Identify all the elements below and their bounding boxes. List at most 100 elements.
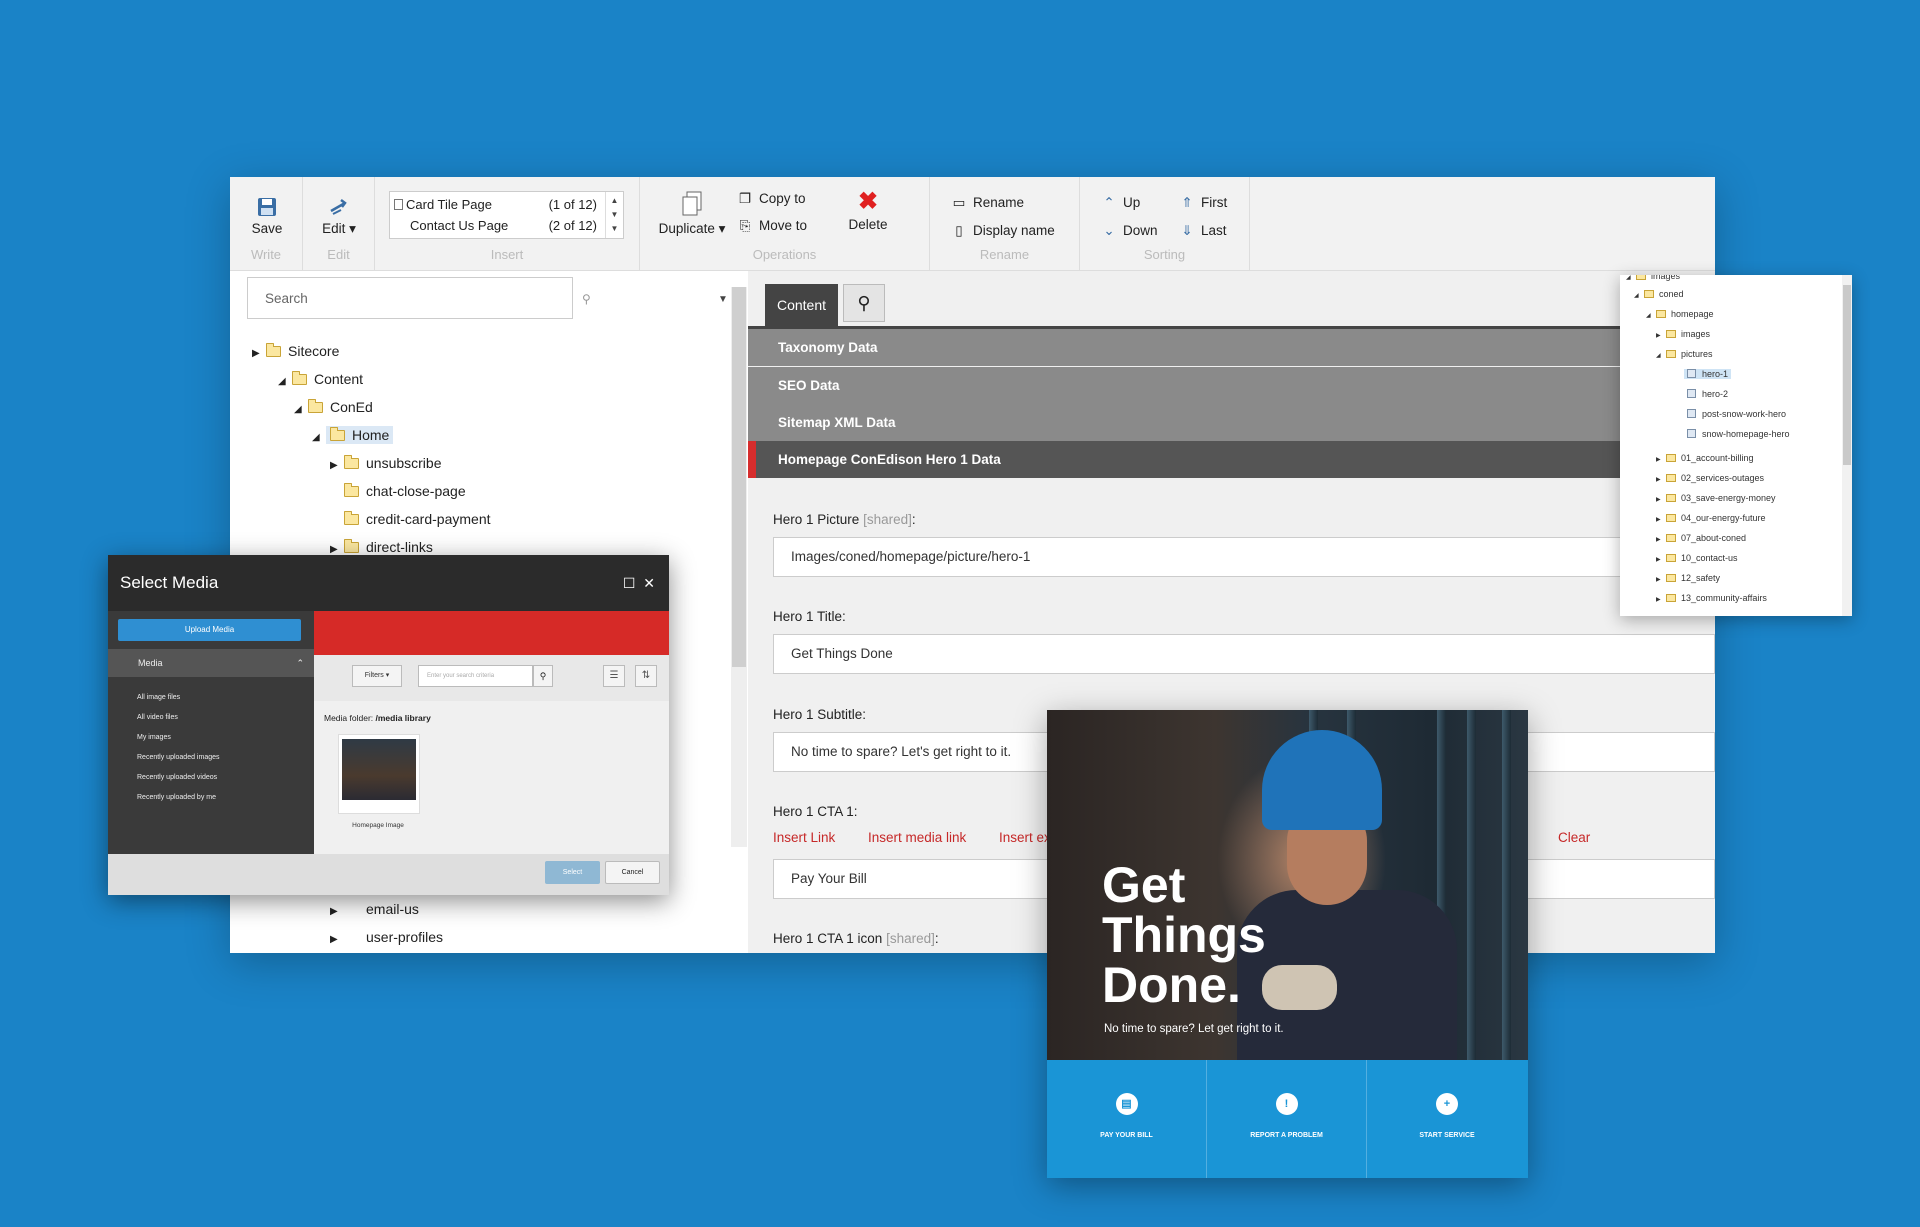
tab-search[interactable]: ⚲	[843, 284, 885, 322]
collapse-icon[interactable]: ◢	[312, 432, 326, 443]
expand-icon[interactable]: ▶	[330, 544, 344, 555]
link-recent-images[interactable]: Recently uploaded images	[137, 754, 220, 761]
sort-view-button[interactable]: ⇅	[635, 665, 657, 687]
section-hero-1-data[interactable]: Homepage ConEdison Hero 1 Data	[748, 441, 1715, 478]
search-icon[interactable]: ⚲	[582, 292, 591, 306]
move-to-label: Move to	[759, 218, 808, 233]
media-folder-10[interactable]: ▶ 10_contact-us	[1656, 553, 1738, 563]
media-node-label: 01_account-billing	[1681, 453, 1754, 463]
media-folder-12[interactable]: ▶ 12_safety	[1656, 573, 1720, 583]
link-all-image-files[interactable]: All image files	[137, 694, 180, 701]
media-node-homepage[interactable]: ◢ homepage	[1646, 309, 1714, 319]
media-folder-07[interactable]: ▶ 07_about-coned	[1656, 533, 1746, 543]
tree-node-credit-card-payment[interactable]: credit-card-payment	[330, 511, 491, 527]
media-search-input[interactable]: Enter your search criteria	[418, 665, 533, 687]
media-search-button[interactable]: ⚲	[533, 665, 553, 687]
up-button[interactable]: ⌃ Up	[1100, 195, 1140, 211]
duplicate-button[interactable]: Duplicate ▾	[652, 191, 732, 237]
plus-icon: +	[1436, 1093, 1458, 1115]
media-node-coned[interactable]: ◢ coned	[1634, 289, 1684, 299]
insert-media-link[interactable]: Insert media link	[868, 830, 966, 845]
media-thumbnail-image[interactable]	[342, 739, 416, 800]
tree-scrollbar-thumb[interactable]	[732, 287, 746, 667]
section-sitemap-xml-data[interactable]: Sitemap XML Data	[748, 404, 1715, 441]
tree-node-home[interactable]: ◢ Home	[312, 426, 394, 444]
media-node-pictures[interactable]: ◢ pictures	[1656, 349, 1713, 359]
media-item-post-snow[interactable]: post-snow-work-hero	[1687, 409, 1786, 419]
media-tree-scrollbar-thumb[interactable]	[1843, 285, 1851, 465]
insert-external-link[interactable]: Insert ex	[999, 830, 1051, 845]
collapse-icon[interactable]: ◢	[294, 404, 308, 415]
media-sidebar	[108, 611, 314, 854]
insert-item-contact-us[interactable]: Contact Us Page (2 of 12)	[394, 216, 597, 236]
section-seo-data[interactable]: SEO Data	[748, 367, 1715, 404]
tree-node-sitecore[interactable]: ▶ Sitecore	[252, 343, 339, 359]
close-icon[interactable]: ✕	[643, 575, 655, 591]
collapse-icon[interactable]: ◢	[278, 376, 292, 387]
tree-node-label: email-us	[366, 901, 419, 917]
down-button[interactable]: ⌄ Down	[1100, 223, 1157, 239]
expand-icon[interactable]: ▶	[252, 348, 266, 359]
tree-node-coned[interactable]: ◢ ConEd	[294, 399, 373, 415]
media-node-label: 03_save-energy-money	[1681, 493, 1776, 503]
insert-options-list[interactable]: Card Tile Page (1 of 12) Contact Us Page (…	[389, 191, 624, 239]
tree-node-chat-close-page[interactable]: chat-close-page	[330, 483, 466, 499]
pay-your-bill-button[interactable]: ▤ PAY YOUR BILL	[1047, 1060, 1207, 1178]
hero-preview-card: Get Things Done. No time to spare? Let g…	[1047, 710, 1528, 1178]
hero1-picture-field[interactable]: Images/coned/homepage/picture/hero-1	[773, 537, 1715, 577]
tree-node-user-profiles[interactable]: ▶ user-profiles	[330, 929, 443, 945]
upload-media-button[interactable]: Upload Media	[118, 619, 301, 641]
media-item-hero-1[interactable]: hero-1	[1684, 369, 1732, 379]
folder-icon	[307, 399, 323, 413]
move-to-button[interactable]: ⎘ Move to	[736, 218, 807, 234]
link-recent-videos[interactable]: Recently uploaded videos	[137, 774, 217, 781]
insert-link[interactable]: Insert Link	[773, 830, 835, 845]
media-folder-03[interactable]: ▶ 03_save-energy-money	[1656, 493, 1776, 503]
rename-button[interactable]: ▭ Rename	[950, 195, 1024, 211]
media-folder-01[interactable]: ▶ 01_account-billing	[1656, 453, 1754, 463]
filters-dropdown[interactable]: Filters ▾	[352, 665, 402, 687]
chevron-down-icon[interactable]: ▼	[718, 294, 728, 305]
clear-link[interactable]: Clear	[1558, 830, 1590, 845]
folder-value: /media library	[375, 713, 431, 723]
media-node-label: 13_community-affairs	[1681, 593, 1767, 603]
link-recent-by-me[interactable]: Recently uploaded by me	[137, 794, 216, 801]
list-view-button[interactable]: ☰	[603, 665, 625, 687]
link-my-images[interactable]: My images	[137, 734, 171, 741]
media-folder-13[interactable]: ▶ 13_community-affairs	[1656, 593, 1767, 603]
media-node-images-root[interactable]: ◢ images	[1626, 275, 1680, 281]
media-folder-04[interactable]: ▶ 04_our-energy-future	[1656, 513, 1766, 523]
section-taxonomy-data[interactable]: Taxonomy Data	[748, 329, 1715, 366]
tab-content[interactable]: Content	[765, 284, 838, 326]
edit-button[interactable]: Edit ▾	[309, 197, 369, 237]
media-node-images[interactable]: ▶ images	[1656, 329, 1710, 339]
display-name-button[interactable]: ▯ Display name	[950, 223, 1055, 239]
expand-icon[interactable]: ▶	[330, 906, 344, 917]
delete-button[interactable]: ✖ Delete	[838, 190, 898, 233]
tree-search-input[interactable]: Search	[247, 277, 573, 319]
media-item-snow-homepage[interactable]: snow-homepage-hero	[1687, 429, 1790, 439]
start-service-button[interactable]: + START SERVICE	[1367, 1060, 1527, 1178]
select-button[interactable]: Select	[545, 861, 600, 884]
expand-icon[interactable]: ▶	[330, 460, 344, 471]
maximize-icon[interactable]: ☐	[623, 575, 636, 591]
expand-icon[interactable]: ▶	[330, 934, 344, 945]
tree-node-direct-links[interactable]: ▶ direct-links	[330, 539, 433, 555]
tree-node-unsubscribe[interactable]: ▶ unsubscribe	[330, 455, 442, 471]
copy-to-button[interactable]: ❐ Copy to	[736, 191, 806, 207]
media-folder-02[interactable]: ▶ 02_services-outages	[1656, 473, 1764, 483]
save-button[interactable]: Save	[245, 197, 289, 236]
media-item-hero-2[interactable]: hero-2	[1687, 389, 1728, 399]
cancel-button[interactable]: Cancel	[605, 861, 660, 884]
link-all-video-files[interactable]: All video files	[137, 714, 178, 721]
tree-node-email-us[interactable]: ▶ email-us	[330, 901, 419, 917]
last-button[interactable]: ⇓ Last	[1178, 223, 1226, 239]
tree-node-content[interactable]: ◢ Content	[278, 371, 363, 387]
insert-item-card-tile[interactable]: Card Tile Page (1 of 12)	[394, 195, 597, 215]
report-problem-button[interactable]: ! REPORT A PROBLEM	[1207, 1060, 1367, 1178]
hero1-title-field[interactable]: Get Things Done	[773, 634, 1715, 674]
insert-scroll-arrows[interactable]: ▲ ▼ ▼	[605, 192, 623, 238]
media-folder-path: Media folder: /media library	[324, 713, 431, 723]
first-button[interactable]: ⇑ First	[1178, 195, 1227, 211]
media-section-header[interactable]: Media ⌃	[108, 649, 314, 677]
